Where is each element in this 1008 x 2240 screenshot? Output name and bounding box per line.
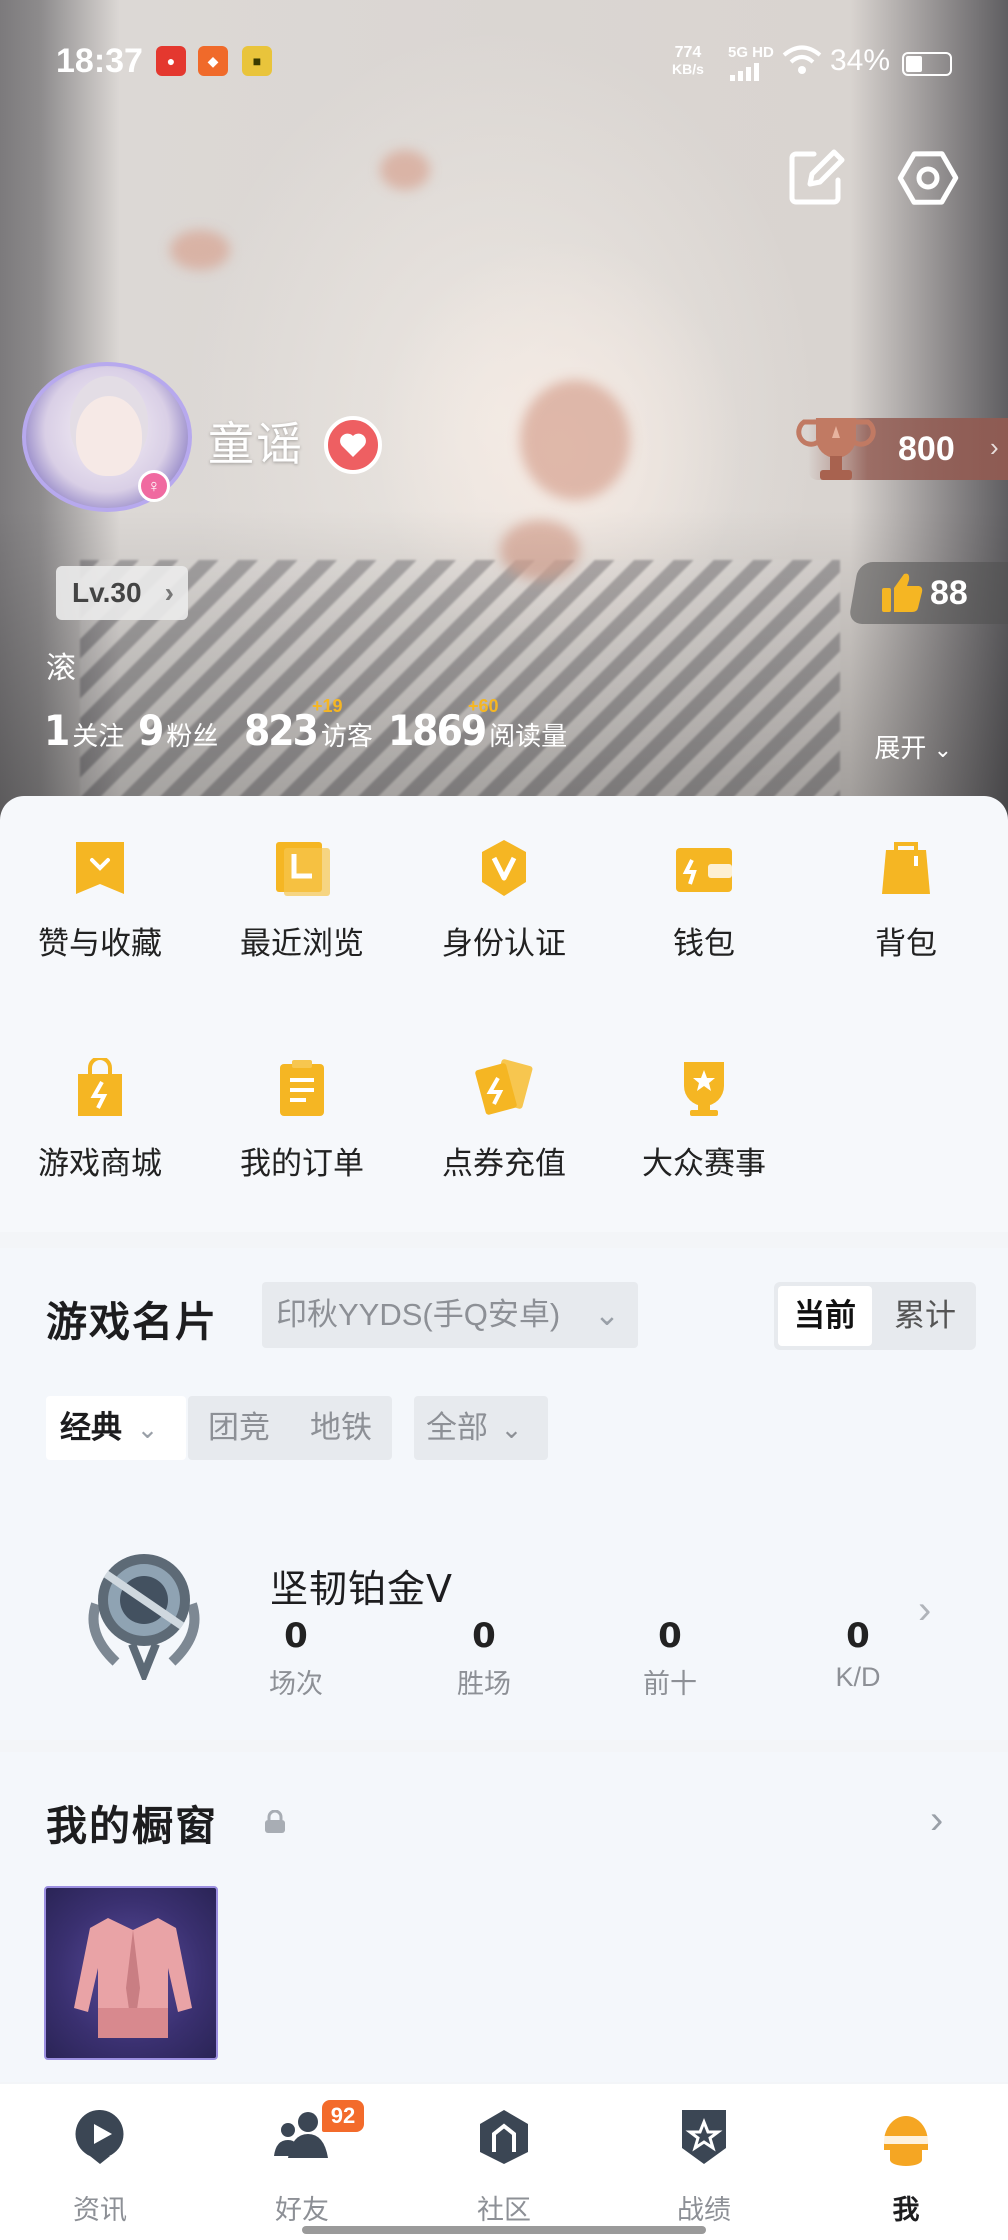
showcase-title: 我的橱窗 [46, 1803, 218, 1849]
menu-shop[interactable]: 游戏商城 [0, 1058, 200, 1208]
rank-stat-wins: 0 胜场 [457, 1616, 511, 1699]
bottom-tab-bar: 资讯 92 好友 社区 战绩 我 [0, 2084, 1008, 2240]
nickname: 童谣 [208, 418, 304, 470]
toggle-cumulative[interactable]: 累计 [878, 1286, 972, 1346]
signal-icon [730, 63, 759, 81]
menu-history[interactable]: 最近浏览 [202, 838, 402, 988]
chevron-right-icon[interactable]: › [930, 1798, 943, 1843]
menu-orders[interactable]: 我的订单 [202, 1058, 402, 1208]
backpack-icon [882, 842, 930, 894]
menu-favorites[interactable]: 赞与收藏 [0, 838, 200, 988]
status-time: 18:37 [56, 42, 143, 80]
cover-photo-detail [170, 230, 230, 270]
rank-name: 坚韧铂金Ⅴ [270, 1569, 453, 1611]
signature: 滚 [46, 652, 76, 685]
tab-records[interactable]: 战绩 [604, 2106, 804, 2226]
female-icon: ♀ [138, 470, 170, 502]
level-badge[interactable]: Lv.30 › [56, 566, 188, 620]
notification-icon: ◆ [198, 46, 228, 76]
stat-following[interactable]: 1 关注 [44, 706, 124, 755]
helmet-icon [882, 2116, 930, 2166]
network-indicator: 5G HD [728, 44, 774, 85]
showcase-card: 我的橱窗 › [0, 1752, 1008, 2082]
home-indicator [302, 2226, 706, 2234]
thumbs-up-icon [882, 573, 923, 612]
likes-count[interactable]: 88 [858, 562, 1008, 624]
server-select[interactable]: 印秋YYDS(手Q安卓) ⌄ [262, 1282, 638, 1348]
favorites-icon [76, 842, 124, 894]
game-card: 游戏名片 印秋YYDS(手Q安卓) ⌄ 当前 累计 经典 ⌄ 团竞 地铁 全部 … [0, 1248, 1008, 1740]
lock-icon [265, 1810, 285, 1833]
status-bar: 18:37 ● ◆ ■ 774 KB/s 5G HD 34% [0, 0, 1008, 126]
wallet-icon [676, 848, 732, 892]
friends-badge: 92 [322, 2100, 364, 2132]
settings-icon[interactable] [896, 146, 960, 210]
tab-community[interactable]: 社区 [404, 2106, 604, 2226]
net-speed: 774 KB/s [672, 44, 704, 77]
chevron-down-icon: ⌄ [594, 1297, 620, 1332]
menu-coupon[interactable]: 点券充值 [404, 1058, 604, 1208]
filter-select[interactable]: 全部 ⌄ [414, 1396, 548, 1460]
rank-badge-icon[interactable] [76, 1544, 212, 1680]
coupon-icon [475, 1059, 533, 1115]
menu-wallet[interactable]: 钱包 [604, 838, 804, 988]
battery-icon [902, 52, 952, 76]
battery-percent: 34% [830, 44, 891, 77]
cover-photo-detail [520, 380, 630, 500]
rank-stat-kd: 0 K/D [835, 1616, 881, 1692]
tab-friends[interactable]: 92 好友 [202, 2100, 402, 2226]
chevron-down-icon: ⌄ [933, 737, 952, 762]
trophy-points[interactable]: 800 › [796, 418, 1008, 480]
expand-button[interactable]: 展开 ⌄ [874, 728, 952, 765]
chevron-right-icon: › [990, 432, 999, 462]
shop-icon [78, 1058, 122, 1116]
toggle-current[interactable]: 当前 [778, 1286, 872, 1346]
history-icon [276, 842, 330, 896]
menu-verify[interactable]: 身份认证 [404, 838, 604, 988]
menu-tournament[interactable]: 大众赛事 [604, 1058, 804, 1208]
stat-followers[interactable]: 9 粉丝 [138, 706, 218, 755]
chevron-down-icon: ⌄ [136, 1414, 159, 1444]
outfit-jacket-icon [74, 1918, 192, 2038]
mode-metro[interactable]: 地铁 [310, 1396, 372, 1460]
mode-team[interactable]: 团竞 [208, 1396, 270, 1460]
stats-toggle: 当前 累计 [774, 1282, 976, 1350]
rank-stat-top10: 0 前十 [643, 1616, 697, 1699]
chevron-right-icon: › [164, 577, 174, 608]
showcase-item[interactable] [44, 1886, 218, 2060]
mode-options: 团竞 地铁 [188, 1396, 392, 1460]
menu-backpack[interactable]: 背包 [806, 838, 1006, 988]
menu-card: 赞与收藏 最近浏览 身份认证 钱包 背包 游戏商城 我的订单 点券充值 大众赛事 [0, 796, 1008, 1232]
avatar[interactable]: ♀ [22, 362, 192, 512]
mode-select[interactable]: 经典 ⌄ [46, 1396, 186, 1460]
edit-icon[interactable] [784, 146, 848, 210]
notification-icon: ■ [242, 46, 272, 76]
orders-icon [280, 1060, 324, 1116]
stat-reads[interactable]: +60 1869 阅读量 [388, 696, 567, 755]
rank-stat-matches: 0 场次 [269, 1616, 323, 1699]
verify-icon [482, 840, 526, 896]
cover-photo-detail [380, 150, 430, 190]
tab-news[interactable]: 资讯 [0, 2106, 200, 2226]
chevron-right-icon[interactable]: › [918, 1588, 931, 1633]
news-play-icon [75, 2110, 124, 2164]
heart-badge-icon[interactable] [324, 416, 382, 474]
chevron-down-icon: ⌄ [500, 1414, 523, 1444]
notification-icon: ● [156, 46, 186, 76]
records-icon [682, 2110, 726, 2164]
community-icon [480, 2110, 528, 2164]
wifi-icon [782, 45, 822, 74]
tab-me[interactable]: 我 [806, 2106, 1006, 2226]
trophy-icon [796, 418, 876, 480]
game-card-title: 游戏名片 [46, 1299, 218, 1345]
tournament-icon [684, 1062, 724, 1116]
stat-visitors[interactable]: +19 823 访客 [244, 696, 373, 755]
